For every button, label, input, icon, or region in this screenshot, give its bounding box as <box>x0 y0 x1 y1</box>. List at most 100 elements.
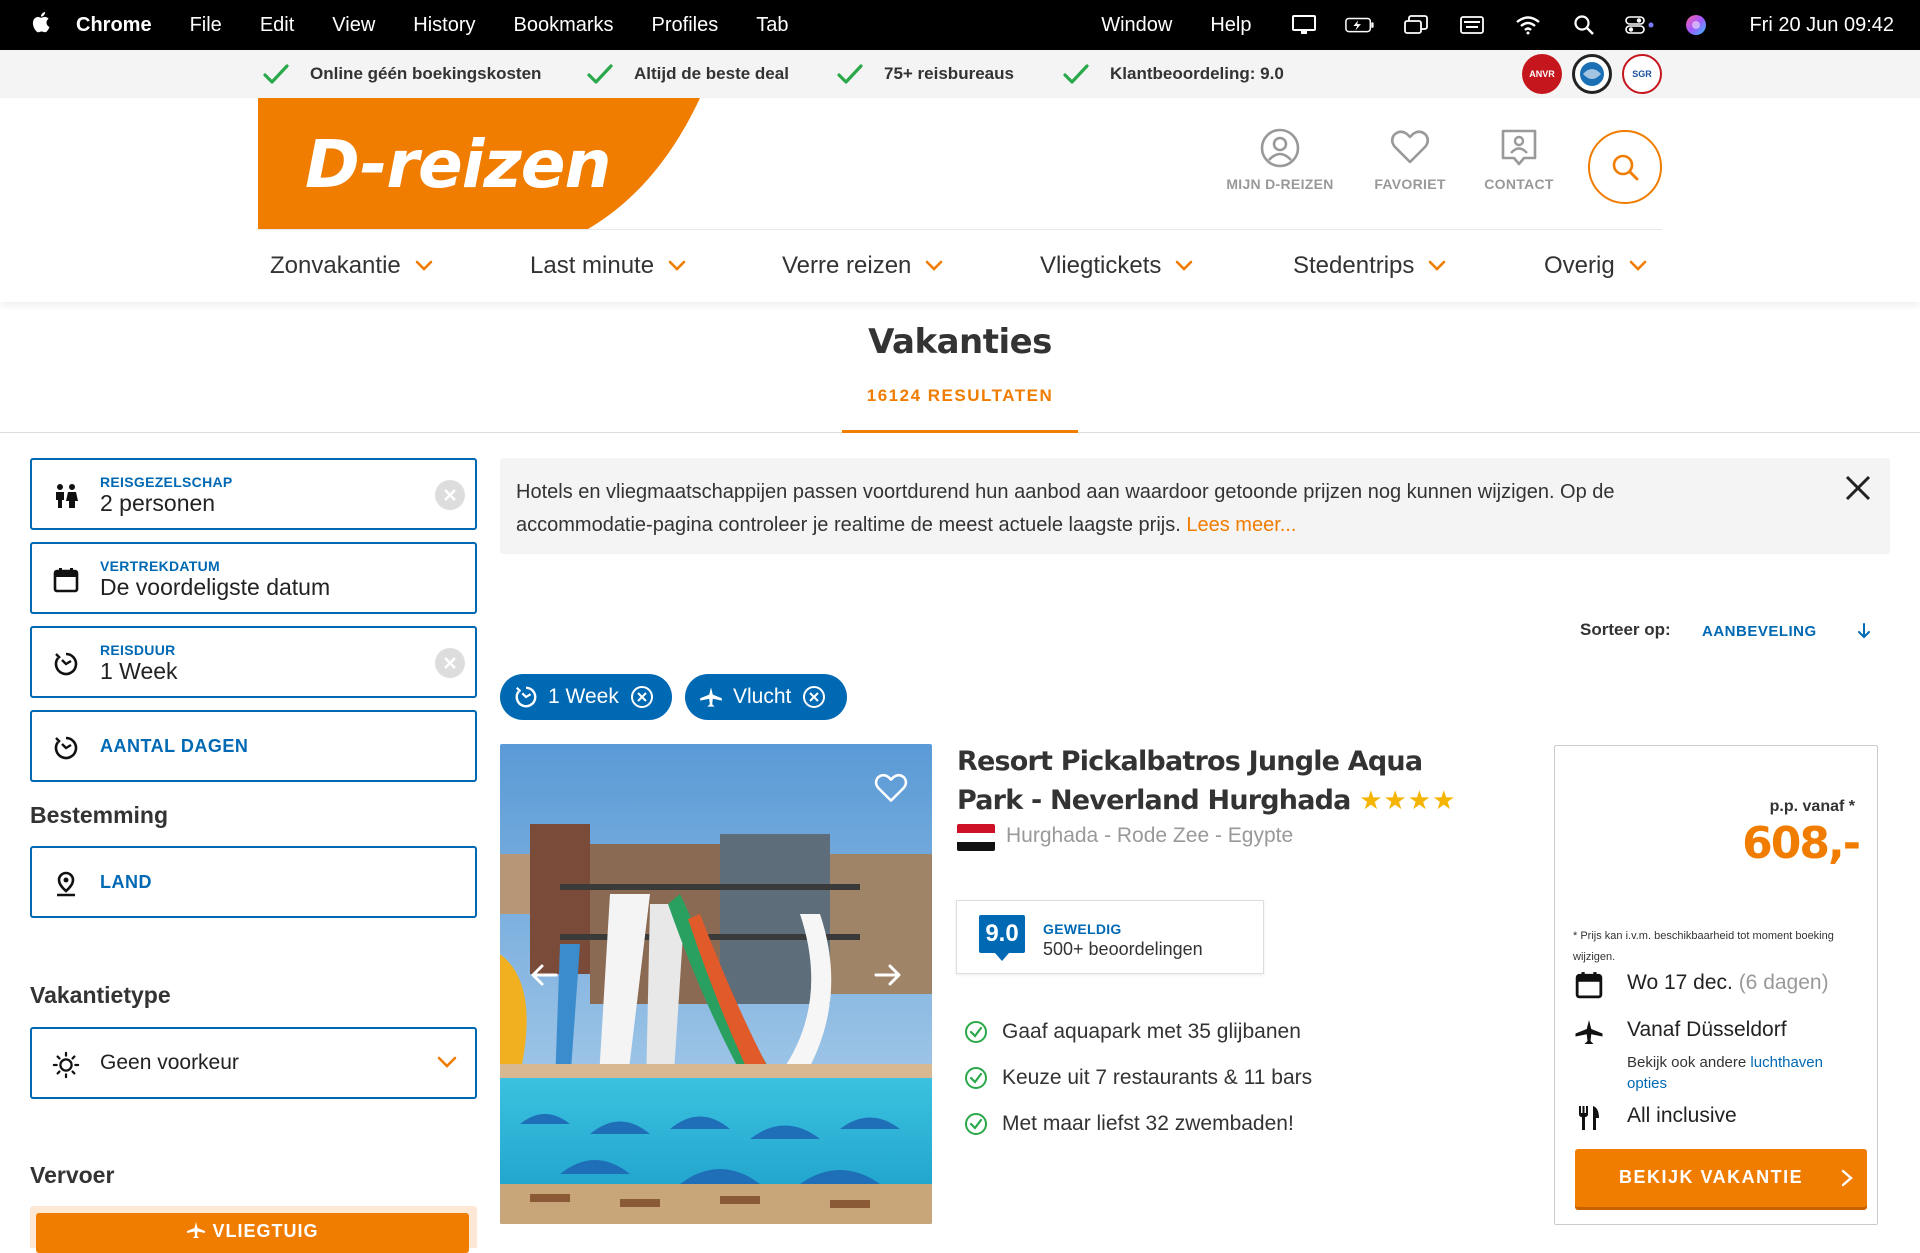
heart-icon <box>1390 130 1430 164</box>
macos-menubar: Chrome File Edit View History Bookmarks … <box>0 0 1920 50</box>
menu-view[interactable]: View <box>332 14 375 37</box>
apple-icon[interactable] <box>32 11 76 39</box>
board-type: All inclusive <box>1627 1104 1737 1127</box>
filter-country[interactable]: LAND <box>30 846 477 918</box>
filter-days[interactable]: AANTAL DAGEN <box>30 710 477 782</box>
control-center-icon[interactable] <box>1625 14 1655 36</box>
transport-plane-button[interactable]: VLIEGTUIG <box>36 1213 469 1253</box>
menu-window[interactable]: Window <box>1101 14 1172 37</box>
favorites-label: FAVORIET <box>1374 176 1446 192</box>
photo-prev-arrow-icon[interactable] <box>530 962 558 993</box>
read-more-link[interactable]: Lees meer... <box>1186 514 1296 536</box>
menu-edit[interactable]: Edit <box>260 14 294 37</box>
cutlery-icon <box>1573 1102 1605 1134</box>
departure-airport-row: Vanaf Düsseldorf <box>1573 1016 1787 1048</box>
filter-departure[interactable]: VERTREKDATUM De voordeligste datum <box>30 542 477 614</box>
rating-score: 9.0 <box>979 915 1025 961</box>
filter-party-value: 2 personen <box>100 490 216 516</box>
sort-dropdown[interactable]: AANBEVELING <box>1702 623 1817 640</box>
siri-icon[interactable] <box>1681 14 1711 36</box>
search-button[interactable] <box>1588 130 1662 204</box>
price-value: 608,- <box>1742 818 1861 869</box>
board-type-row: All inclusive <box>1573 1102 1737 1134</box>
favorites-link[interactable]: FAVORIET <box>1370 128 1450 192</box>
battery-icon[interactable] <box>1345 14 1375 36</box>
active-filter-chip-duration[interactable]: 1 Week <box>500 674 672 720</box>
nav-overig[interactable]: Overig <box>1544 252 1647 280</box>
nav-zonvakantie[interactable]: Zonvakantie <box>270 252 433 280</box>
check-icon <box>837 64 863 84</box>
logo-text[interactable]: D-reizen <box>305 126 611 203</box>
arrow-down-icon[interactable] <box>1856 622 1872 645</box>
spotlight-search-icon[interactable] <box>1569 14 1599 36</box>
chip-label: Vlucht <box>733 685 792 708</box>
calendar-icon <box>1573 969 1605 1001</box>
my-account-link[interactable]: MIJN D-REIZEN <box>1222 128 1338 192</box>
calendar-icon <box>52 566 80 594</box>
chevron-down-icon <box>1429 260 1446 271</box>
menu-tab[interactable]: Tab <box>756 14 788 37</box>
trip-length: (6 dagen) <box>1738 971 1829 994</box>
search-icon <box>1612 154 1639 181</box>
filter-holiday-type[interactable]: Geen voorkeur <box>30 1027 477 1099</box>
filter-party[interactable]: REISGEZELSCHAP 2 personen <box>30 458 477 530</box>
departure-date: Wo 17 dec. <box>1627 971 1733 994</box>
active-filter-chip-flight[interactable]: Vlucht <box>685 674 847 720</box>
close-icon <box>444 489 456 501</box>
contact-label: CONTACT <box>1484 176 1554 192</box>
usp-text: Online géén boekingskosten <box>310 64 542 83</box>
chevron-down-icon <box>1176 260 1193 271</box>
wifi-icon[interactable] <box>1513 14 1543 36</box>
screen-mirroring-icon[interactable] <box>1401 14 1431 36</box>
price-notice: Hotels en vliegmaatschappijen passen voo… <box>500 458 1890 554</box>
menu-file[interactable]: File <box>190 14 222 37</box>
clear-duration-button[interactable] <box>435 648 465 678</box>
display-icon[interactable] <box>1289 14 1319 36</box>
filter-duration[interactable]: REISDUUR 1 Week <box>30 626 477 698</box>
close-notice-button[interactable] <box>1840 470 1876 506</box>
duration-icon <box>52 734 80 762</box>
chevron-down-icon <box>668 260 686 271</box>
clear-party-button[interactable] <box>435 480 465 510</box>
check-icon <box>587 64 613 84</box>
review-rating-box[interactable]: 9.0 GEWELDIG 500+ beoordelingen <box>956 900 1264 974</box>
other-airports: Bekijk ook andere luchthaven opties <box>1627 1054 1823 1092</box>
menu-bookmarks[interactable]: Bookmarks <box>514 14 614 37</box>
hotel-star-rating: ★★★★ <box>1359 786 1457 816</box>
hotel-name-link[interactable]: Resort Pickalbatros Jungle Aqua Park - N… <box>957 742 1457 821</box>
nav-verre-reizen[interactable]: Verre reizen <box>782 252 943 280</box>
price-label: p.p. vanaf * <box>1769 798 1855 815</box>
usp-text: 75+ reisbureaus <box>884 64 1014 83</box>
chip-label: 1 Week <box>548 685 619 708</box>
location-pin-icon <box>52 870 80 898</box>
menu-app-chrome[interactable]: Chrome <box>76 14 152 37</box>
nav-vliegtickets[interactable]: Vliegtickets <box>1040 252 1193 280</box>
close-icon <box>637 692 647 702</box>
price-panel: p.p. vanaf * 608,- * Prijs kan i.v.m. be… <box>1554 745 1878 1225</box>
view-holiday-button[interactable]: BEKIJK VAKANTIE <box>1575 1149 1867 1207</box>
travelers-icon <box>52 482 80 510</box>
keyboard-input-icon[interactable] <box>1457 14 1487 36</box>
trust-badges: ANVR SGR <box>1522 54 1662 94</box>
menu-help[interactable]: Help <box>1210 14 1251 37</box>
filter-days-label: AANTAL DAGEN <box>100 736 249 756</box>
remove-chip-button[interactable] <box>630 686 653 708</box>
remove-chip-button[interactable] <box>803 686 826 708</box>
photo-next-arrow-icon[interactable] <box>874 962 902 993</box>
menubar-clock[interactable]: Fri 20 Jun 09:42 <box>1749 14 1894 37</box>
menu-history[interactable]: History <box>413 14 475 37</box>
plane-icon <box>1573 1016 1605 1048</box>
user-icon <box>1260 128 1300 168</box>
hotel-usp: Keuze uit 7 restaurants & 11 bars <box>964 1066 1312 1090</box>
nav-stedentrips[interactable]: Stedentrips <box>1293 252 1446 280</box>
favorite-heart-icon[interactable] <box>874 772 908 809</box>
chevron-right-icon <box>1841 1169 1853 1187</box>
chevron-down-icon <box>1629 260 1646 271</box>
menu-profiles[interactable]: Profiles <box>652 14 719 37</box>
contact-link[interactable]: CONTACT <box>1476 128 1562 192</box>
price-notice-text: Hotels en vliegmaatschappijen passen voo… <box>516 481 1615 536</box>
nav-last-minute[interactable]: Last minute <box>530 252 686 280</box>
calamiteitenfonds-badge <box>1572 54 1612 94</box>
hotel-photo[interactable] <box>500 744 932 1224</box>
sgr-badge: SGR <box>1622 54 1662 94</box>
